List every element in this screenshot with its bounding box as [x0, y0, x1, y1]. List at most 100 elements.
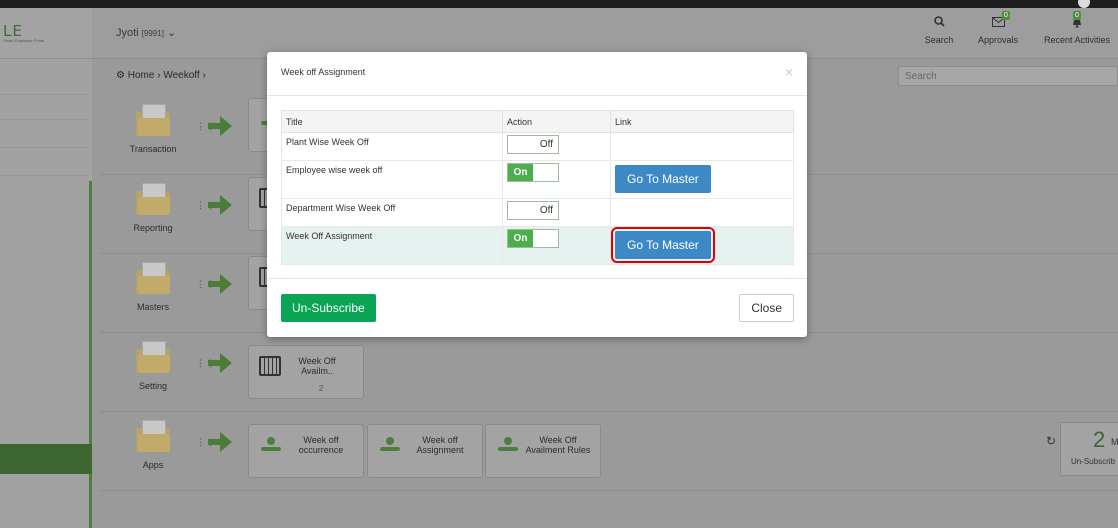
arrow-right-icon: ⋮⋮⋮	[196, 353, 236, 373]
row-title: Week Off Assignment	[281, 226, 503, 265]
row-title: Department Wise Week Off	[281, 198, 503, 227]
search-icon	[924, 16, 954, 30]
toggle-week-off-assignment[interactable]: On	[507, 229, 559, 248]
sidebar-divider	[0, 119, 88, 120]
browser-top-strip	[0, 0, 1118, 8]
tile-title: Week off Assignment	[416, 435, 464, 455]
summary-unit: M	[1111, 437, 1118, 447]
row-link-cell: Go To Master	[610, 226, 794, 265]
user-icon	[496, 437, 520, 457]
user-icon	[378, 437, 402, 457]
assignment-table: Title Action Link Plant Wise Week Off Of…	[281, 110, 794, 265]
breadcrumb-home[interactable]: Home	[128, 70, 155, 81]
row-link-cell	[610, 198, 794, 227]
user-name: Jyoti	[116, 27, 139, 39]
sidebar-scroll-track[interactable]	[89, 181, 92, 528]
toggle-employee-wise[interactable]: On	[507, 163, 559, 182]
week-off-assignment-modal: Week off Assignment × Title Action Link …	[267, 52, 807, 337]
toggle-state-label: On	[508, 230, 533, 247]
close-icon[interactable]: ×	[785, 64, 793, 80]
folder-icon	[136, 104, 170, 136]
profile-dot	[1078, 0, 1090, 8]
breadcrumb-current[interactable]: Weekoff	[163, 70, 199, 81]
sidebar-divider	[0, 175, 88, 176]
row-label: Setting	[138, 381, 168, 391]
toggle-state-label: On	[508, 164, 533, 181]
envelope-icon: 0	[976, 11, 1020, 30]
tile-week-off-availment[interactable]: Week Off Availm.. 2	[248, 345, 364, 399]
summary-label: Un-Subscrib	[1071, 457, 1116, 466]
calendar-icon	[259, 356, 281, 376]
logo[interactable]: LE Smart Employee Portal	[0, 8, 92, 58]
summary-card[interactable]: 2 M Un-Subscrib	[1060, 422, 1118, 476]
folder-icon	[136, 341, 170, 373]
user-code: [9991]	[141, 29, 164, 38]
row-action-cell: On	[502, 160, 611, 199]
sidebar	[0, 59, 92, 528]
table-row: Employee wise week off On Go To Master	[281, 160, 794, 199]
row-action-cell: On	[502, 226, 611, 265]
user-menu[interactable]: Jyoti [9991] ⌄	[116, 26, 176, 39]
sidebar-divider	[0, 147, 88, 148]
folder-icon	[136, 183, 170, 215]
arrow-right-icon: ⋮⋮⋮	[196, 195, 236, 215]
row-label: Masters	[136, 302, 169, 312]
header-search-label: Search	[924, 35, 954, 45]
go-to-master-button-employee[interactable]: Go To Master	[615, 165, 711, 193]
tile-week-off-occurrence[interactable]: Week off occurrence	[248, 424, 364, 478]
summary-count: 2	[1093, 427, 1106, 452]
dashboard-icon: ⚙	[116, 70, 125, 81]
row-title: Employee wise week off	[281, 160, 503, 199]
module-row-setting: Setting ⋮⋮⋮ Week Off Availm.. 2	[100, 333, 1118, 412]
row-label: Reporting	[133, 223, 173, 233]
breadcrumb: ⚙ Home › Weekoff ›	[116, 70, 206, 81]
row-label: Apps	[142, 460, 164, 470]
row-title: Plant Wise Week Off	[281, 132, 503, 161]
table-row: Plant Wise Week Off Off	[281, 132, 794, 161]
bell-icon: 0	[1040, 11, 1114, 30]
sidebar-divider	[0, 94, 88, 95]
go-to-master-button-assignment[interactable]: Go To Master	[611, 227, 715, 263]
table-header-row: Title Action Link	[281, 110, 794, 133]
breadcrumb-separator: ›	[157, 70, 161, 81]
approvals-badge: 0	[1002, 11, 1010, 20]
chevron-down-icon: ⌄	[167, 27, 177, 39]
unsubscribe-button[interactable]: Un-Subscribe	[281, 294, 376, 322]
column-header-action: Action	[502, 110, 611, 133]
modal-footer: Un-Subscribe Close	[267, 278, 807, 338]
row-action-cell: Off	[502, 132, 611, 161]
tile-week-off-availment-rules[interactable]: Week Off Availment Rules	[485, 424, 601, 478]
user-icon	[259, 437, 283, 457]
row-link-cell: Go To Master	[610, 160, 794, 199]
close-button[interactable]: Close	[739, 294, 794, 322]
toggle-state-label: Off	[539, 139, 553, 150]
toggle-department-wise[interactable]: Off	[507, 201, 559, 220]
modal-header: Week off Assignment ×	[267, 52, 807, 96]
tile-week-off-assignment[interactable]: Week off Assignment	[367, 424, 483, 478]
tile-title: Week Off Availm..	[298, 356, 336, 376]
tile-count: 2	[318, 384, 324, 393]
header-search[interactable]: Search	[924, 16, 954, 45]
column-header-link: Link	[610, 110, 794, 133]
tile-title: Week Off Availment Rules	[525, 435, 591, 455]
row-link-cell	[610, 132, 794, 161]
header-activities-label: Recent Activities	[1043, 35, 1111, 45]
page-search-input[interactable]: Search	[898, 66, 1118, 86]
header-approvals[interactable]: 0 Approvals	[976, 11, 1020, 45]
arrow-right-icon: ⋮⋮⋮	[196, 116, 236, 136]
table-row: Week Off Assignment On Go To Master	[281, 226, 794, 265]
sidebar-item-active[interactable]	[0, 444, 92, 474]
row-label: Transaction	[129, 144, 177, 154]
activities-badge: 0	[1073, 11, 1081, 20]
modal-title: Week off Assignment	[281, 67, 366, 77]
arrow-right-icon: ⋮⋮⋮	[196, 274, 236, 294]
module-row-apps: Apps ⋮⋮⋮ Week off occurrence Week off As…	[100, 412, 1118, 491]
header-approvals-label: Approvals	[977, 35, 1019, 45]
toggle-plant-wise[interactable]: Off	[507, 135, 559, 154]
table-row: Department Wise Week Off Off	[281, 198, 794, 227]
row-action-cell: Off	[502, 198, 611, 227]
toggle-state-label: Off	[539, 205, 553, 216]
refresh-icon[interactable]: ↻	[1046, 434, 1056, 448]
header-recent-activities[interactable]: 0 Recent Activities	[1040, 11, 1114, 45]
arrow-right-icon: ⋮⋮⋮	[196, 432, 236, 452]
